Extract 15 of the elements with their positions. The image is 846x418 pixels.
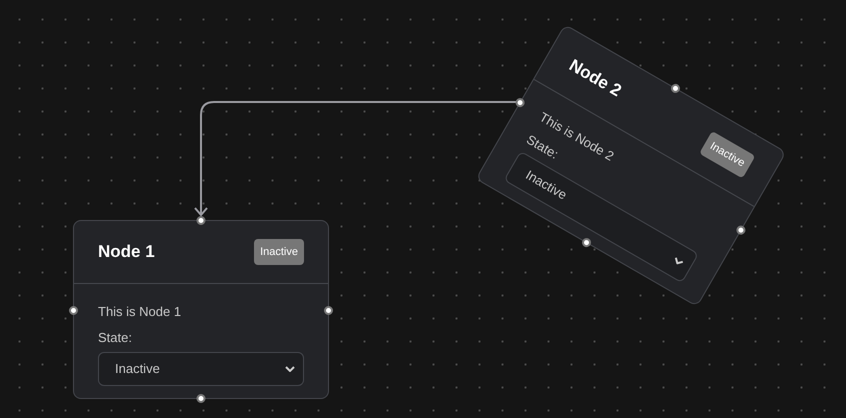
state-select[interactable]: Inactive xyxy=(98,352,304,386)
node-description: This is Node 1 xyxy=(98,303,182,321)
connection-handle[interactable] xyxy=(669,82,682,95)
chevron-icon xyxy=(672,256,684,266)
connection-handle[interactable] xyxy=(69,306,78,315)
state-label: State: xyxy=(98,330,132,344)
connection-handle[interactable] xyxy=(324,306,333,315)
connection-handle[interactable] xyxy=(734,224,748,236)
connection-handle[interactable] xyxy=(580,236,593,249)
connection-handle[interactable] xyxy=(196,394,206,403)
chevron-icon xyxy=(285,366,295,372)
node-title: Node 1 xyxy=(98,241,155,264)
status-badge: Inactive xyxy=(254,238,304,266)
connection-handle[interactable] xyxy=(196,216,206,225)
connection-handle[interactable] xyxy=(514,96,526,109)
